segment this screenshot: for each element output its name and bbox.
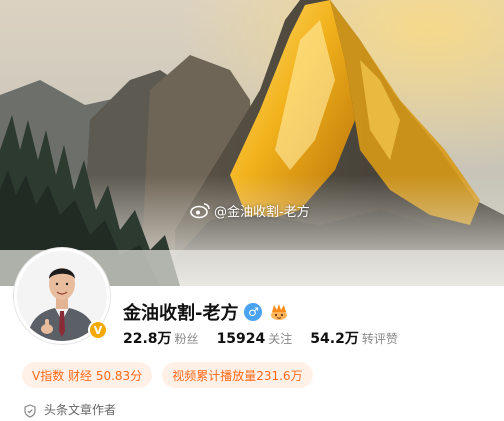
video-plays-tag[interactable]: 视频累计播放量231.6万 (162, 362, 313, 388)
name-row: 金油收割-老方 ♂ (123, 299, 290, 325)
mountain-landscape (0, 0, 504, 286)
stat-engagement: 54.2万 转评赞 (310, 328, 398, 348)
author-label: 头条文章作者 (44, 403, 117, 417)
profile-stats: 22.8万 粉丝 15924 关注 54.2万 转评赞 (123, 328, 398, 348)
profile-card: V 金油收割-老方 ♂ 22.8万 粉丝 15924 关注 54.2万 转评赞 (0, 248, 504, 421)
stat-label: 关注 (268, 332, 293, 346)
stat-value: 15924 (216, 331, 266, 347)
v-index-tag[interactable]: V指数 财经 50.83分 (22, 362, 153, 388)
crown-icon[interactable] (268, 303, 290, 321)
stat-following[interactable]: 15924 关注 (217, 330, 293, 347)
weibo-icon (190, 201, 210, 219)
stat-value: 54.2万 (310, 331, 359, 347)
profile-cover-image: @金油收割-老方 (0, 0, 504, 286)
watermark-text: @金油收割-老方 (214, 204, 310, 220)
verified-badge: V (88, 320, 108, 340)
avatar-container[interactable]: V (14, 248, 110, 344)
shield-icon (24, 403, 36, 418)
cover-watermark: @金油收割-老方 (190, 200, 310, 220)
stat-value: 22.8万 (123, 331, 172, 347)
stat-label: 转评赞 (361, 332, 398, 346)
profile-nickname[interactable]: 金油收割-老方 (123, 299, 238, 325)
profile-tags: V指数 财经 50.83分 视频累计播放量231.6万 (22, 362, 313, 388)
stat-followers[interactable]: 22.8万 粉丝 (123, 328, 199, 348)
author-credential: 头条文章作者 (24, 401, 116, 418)
stat-label: 粉丝 (174, 332, 199, 346)
male-icon: ♂ (244, 303, 263, 321)
